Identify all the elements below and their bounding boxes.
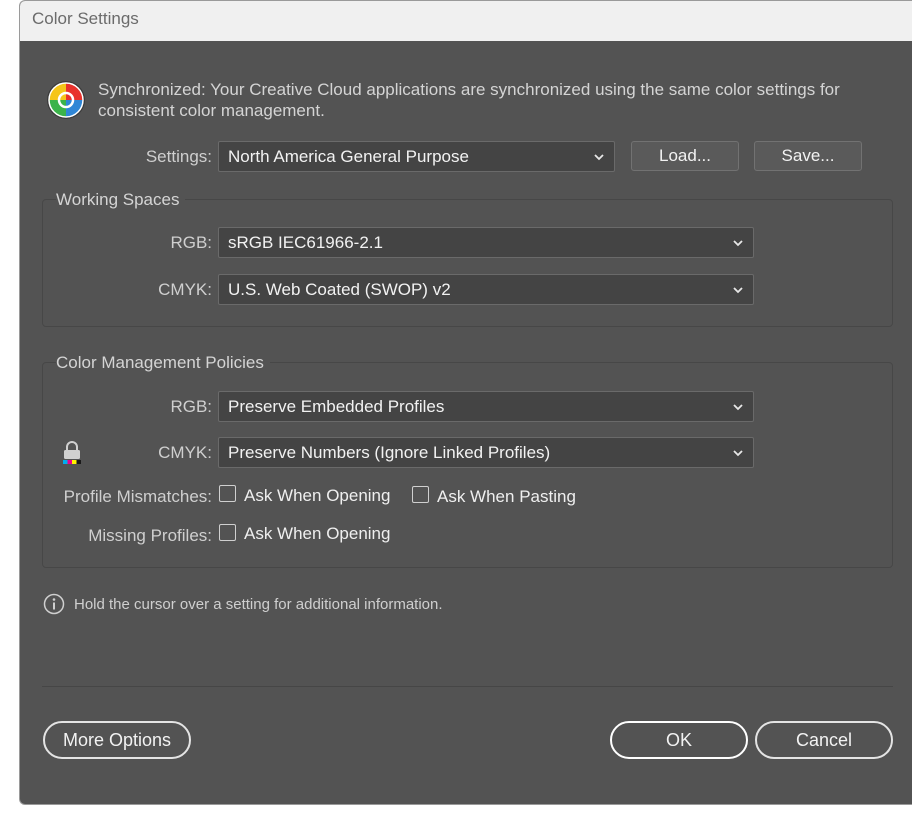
title-bar: Color Settings xyxy=(20,1,912,41)
policy-rgb-value: Preserve Embedded Profiles xyxy=(228,397,445,416)
more-options-button[interactable]: More Options xyxy=(43,721,191,759)
chevron-down-icon xyxy=(594,154,604,161)
ok-button[interactable]: OK xyxy=(610,721,748,759)
policy-cmyk-value: Preserve Numbers (Ignore Linked Profiles… xyxy=(228,443,551,462)
ws-cmyk-dropdown[interactable]: U.S. Web Coated (SWOP) v2 xyxy=(218,274,754,305)
chevron-down-icon xyxy=(733,287,743,294)
policy-cmyk-dropdown[interactable]: Preserve Numbers (Ignore Linked Profiles… xyxy=(218,437,754,468)
ws-rgb-value: sRGB IEC61966-2.1 xyxy=(228,233,383,252)
info-icon xyxy=(43,593,65,615)
load-button[interactable]: Load... xyxy=(631,141,739,171)
policy-rgb-dropdown[interactable]: Preserve Embedded Profiles xyxy=(218,391,754,422)
working-spaces-group xyxy=(42,199,893,327)
policy-cmyk-label: CMYK: xyxy=(158,443,212,462)
missing-ask-opening-checkbox[interactable] xyxy=(219,524,236,541)
working-spaces-title: Working Spaces xyxy=(56,190,186,210)
footer-divider xyxy=(42,686,893,687)
ws-rgb-dropdown[interactable]: sRGB IEC61966-2.1 xyxy=(218,227,754,258)
chevron-down-icon xyxy=(733,240,743,247)
chevron-down-icon xyxy=(733,450,743,457)
ws-rgb-label: RGB: xyxy=(170,233,212,252)
mismatch-ask-pasting-checkbox[interactable] xyxy=(412,486,429,503)
color-policies-title: Color Management Policies xyxy=(56,353,270,373)
ws-cmyk-label: CMYK: xyxy=(158,280,212,299)
mismatch-ask-opening-checkbox[interactable] xyxy=(219,485,236,502)
settings-value: North America General Purpose xyxy=(228,147,469,166)
policy-rgb-label: RGB: xyxy=(170,397,212,416)
color-settings-dialog: Color Settings Synchronized: Your Creati… xyxy=(19,0,912,805)
color-sync-icon xyxy=(47,81,85,119)
missing-profiles-label: Missing Profiles: xyxy=(88,526,212,545)
hint-text: Hold the cursor over a setting for addit… xyxy=(74,596,443,613)
cancel-button[interactable]: Cancel xyxy=(755,721,893,759)
mismatch-ask-pasting-label[interactable]: Ask When Pasting xyxy=(437,487,576,507)
settings-label: Settings: xyxy=(145,147,212,166)
profile-mismatches-label: Profile Mismatches: xyxy=(63,487,212,506)
sync-status-message: Synchronized: Your Creative Cloud applic… xyxy=(98,80,840,120)
mismatch-ask-opening-label[interactable]: Ask When Opening xyxy=(244,486,390,506)
save-button[interactable]: Save... xyxy=(754,141,862,171)
chevron-down-icon xyxy=(733,404,743,411)
window-title: Color Settings xyxy=(32,9,139,28)
missing-ask-opening-label[interactable]: Ask When Opening xyxy=(244,524,390,544)
ws-cmyk-value: U.S. Web Coated (SWOP) v2 xyxy=(228,280,451,299)
settings-dropdown[interactable]: North America General Purpose xyxy=(218,141,615,172)
